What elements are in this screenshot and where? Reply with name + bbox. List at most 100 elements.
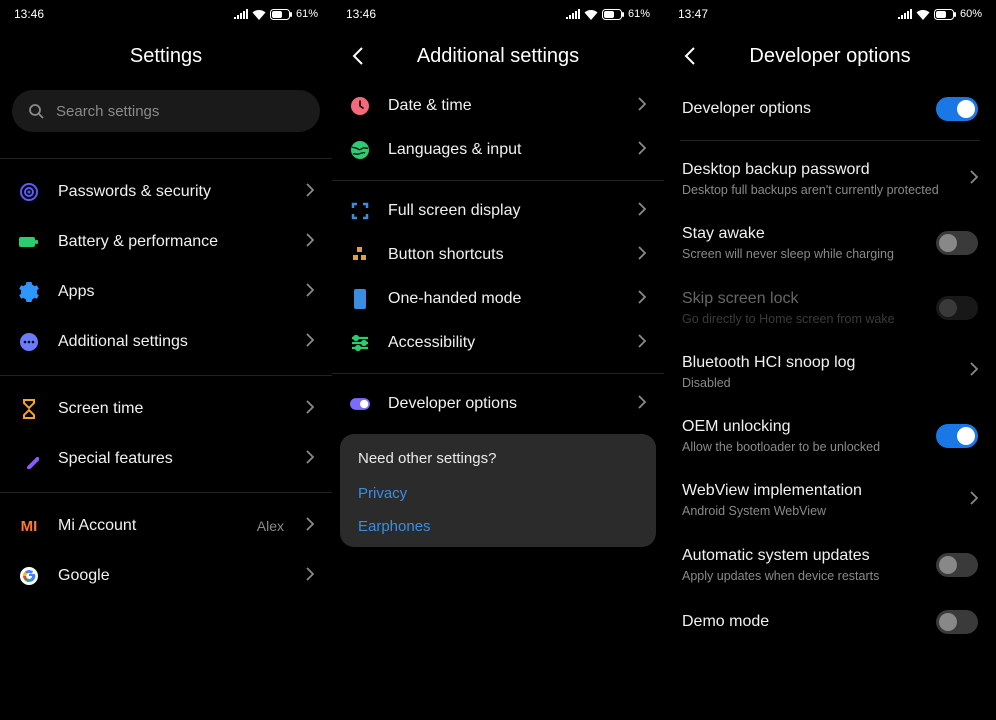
developer-list: Developer options Desktop backup password… <box>664 84 996 720</box>
item-subtitle: Screen will never sleep while charging <box>682 246 926 262</box>
dev-item-bthci[interactable]: Bluetooth HCI snoop logDisabled <box>664 340 996 404</box>
chevron-right-icon <box>638 290 646 309</box>
item-subtitle: Go directly to Home screen from wake <box>682 311 926 327</box>
chevron-right-icon <box>306 400 314 419</box>
toggle-switch[interactable] <box>936 424 978 448</box>
status-bar: 13:46 61% <box>0 0 332 28</box>
status-time: 13:46 <box>14 7 44 21</box>
dev-item-stayawake[interactable]: Stay awakeScreen will never sleep while … <box>664 211 996 275</box>
toggle-switch[interactable] <box>936 553 978 577</box>
chevron-right-icon <box>306 333 314 352</box>
gear-icon <box>18 281 40 303</box>
divider <box>0 492 332 493</box>
additional-item-onehanded[interactable]: One-handed mode <box>332 277 664 321</box>
corners-icon <box>350 201 370 221</box>
dev-item-webview[interactable]: WebView implementationAndroid System Web… <box>664 468 996 532</box>
divider <box>0 375 332 376</box>
divider <box>332 373 664 374</box>
status-bar: 13:47 60% <box>664 0 996 28</box>
additional-item-shortcuts[interactable]: Button shortcuts <box>332 233 664 277</box>
settings-item-google[interactable]: Google <box>0 551 332 601</box>
battery-icon <box>18 231 40 253</box>
settings-item-screentime[interactable]: Screen time <box>0 384 332 434</box>
wifi-icon <box>916 9 930 20</box>
other-link-privacy[interactable]: Privacy <box>358 477 638 510</box>
dev-item-backup[interactable]: Desktop backup passwordDesktop full back… <box>664 147 996 211</box>
sliders-icon <box>350 333 370 353</box>
additional-item-devoptions[interactable]: Developer options <box>332 382 664 426</box>
divider <box>680 140 980 141</box>
globe-icon <box>350 140 370 160</box>
settings-item-apps[interactable]: Apps <box>0 267 332 317</box>
settings-screen: 13:46 61% Settings Passwords & securityB… <box>0 0 332 720</box>
item-title: OEM unlocking <box>682 417 926 437</box>
page-title: Additional settings <box>417 45 579 68</box>
settings-list: Passwords & securityBattery & performanc… <box>0 167 332 720</box>
other-title: Need other settings? <box>358 450 638 467</box>
toggle-switch[interactable] <box>936 97 978 121</box>
hourglass-icon <box>18 398 40 420</box>
item-title: Automatic system updates <box>682 546 926 566</box>
settings-item-miaccount[interactable]: MI Mi Account Alex <box>0 501 332 551</box>
dev-item-skiplock: Skip screen lockGo directly to Home scre… <box>664 276 996 340</box>
item-value: Alex <box>257 518 284 534</box>
battery-icon <box>270 9 292 20</box>
chevron-right-icon <box>638 395 646 414</box>
battery-percent: 61% <box>628 8 650 20</box>
additional-item-accessibility[interactable]: Accessibility <box>332 321 664 365</box>
item-label: Mi Account <box>58 517 239 535</box>
back-button[interactable] <box>346 41 370 71</box>
additional-settings-screen: 13:46 61% Additional settings Date & tim… <box>332 0 664 720</box>
chevron-right-icon <box>306 450 314 469</box>
search-input[interactable] <box>56 103 304 120</box>
phone-icon <box>350 289 370 309</box>
item-label: Developer options <box>388 395 620 413</box>
chevron-right-icon <box>970 362 978 381</box>
signal-icon <box>566 9 580 19</box>
settings-item-passwords[interactable]: Passwords & security <box>0 167 332 217</box>
toggle-switch[interactable] <box>936 610 978 634</box>
additional-item-fullscreen[interactable]: Full screen display <box>332 189 664 233</box>
chevron-right-icon <box>638 141 646 160</box>
item-title: Demo mode <box>682 612 926 632</box>
item-label: Screen time <box>58 400 288 418</box>
search-box[interactable] <box>12 90 320 132</box>
chevron-right-icon <box>638 246 646 265</box>
chevron-right-icon <box>638 97 646 116</box>
item-title: Bluetooth HCI snoop log <box>682 353 960 373</box>
wifi-icon <box>252 9 266 20</box>
target-icon <box>18 181 40 203</box>
dev-item-autoupd[interactable]: Automatic system updates Apply updates wh… <box>664 533 996 597</box>
item-subtitle: Android System WebView <box>682 503 960 519</box>
item-subtitle: Apply updates when device restarts <box>682 568 926 584</box>
toggle-switch[interactable] <box>936 231 978 255</box>
chevron-right-icon <box>306 517 314 536</box>
settings-item-battery[interactable]: Battery & performance <box>0 217 332 267</box>
additional-item-languages[interactable]: Languages & input <box>332 128 664 172</box>
status-bar: 13:46 61% <box>332 0 664 28</box>
status-icons: 61% <box>234 8 318 20</box>
chevron-right-icon <box>970 491 978 510</box>
battery-icon <box>602 9 624 20</box>
status-icons: 61% <box>566 8 650 20</box>
additional-list: Date & time Languages & input Full screen … <box>332 84 664 720</box>
additional-item-datetime[interactable]: Date & time <box>332 84 664 128</box>
google-icon <box>18 565 40 587</box>
chevron-right-icon <box>638 202 646 221</box>
back-button[interactable] <box>678 41 702 71</box>
back-icon <box>684 47 696 65</box>
settings-item-additional[interactable]: Additional settings <box>0 317 332 367</box>
dev-item-demo[interactable]: Demo mode <box>664 597 996 647</box>
dev-item-devopt[interactable]: Developer options <box>664 84 996 134</box>
page-title: Developer options <box>749 45 910 68</box>
other-link-earphones[interactable]: Earphones <box>358 510 638 543</box>
dev-item-oem[interactable]: OEM unlockingAllow the bootloader to be … <box>664 404 996 468</box>
item-label: Google <box>58 567 288 585</box>
battery-percent: 61% <box>296 8 318 20</box>
toggle-switch[interactable] <box>936 296 978 320</box>
mi-icon: MI <box>18 515 40 537</box>
settings-item-special[interactable]: Special features <box>0 434 332 484</box>
chevron-right-icon <box>306 567 314 586</box>
item-label: Apps <box>58 283 288 301</box>
item-label: Languages & input <box>388 141 620 159</box>
